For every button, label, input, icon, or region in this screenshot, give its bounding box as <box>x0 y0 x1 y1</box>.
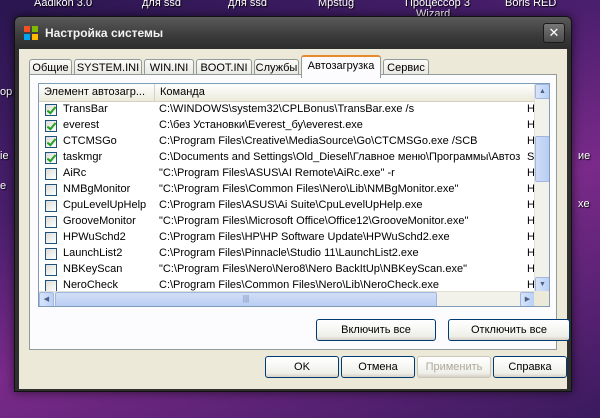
dialog-body: Общие SYSTEM.INI WIN.INI BOOT.INI Службы… <box>19 49 570 389</box>
apply-button[interactable]: Применить <box>417 356 491 378</box>
startup-item-command: C:\без Установки\Everest_бу\everest.exe <box>159 119 363 131</box>
scrollbar-corner <box>534 291 549 306</box>
system-configuration-window: Настройка системы ✕ Общие SYSTEM.INI WIN… <box>14 16 572 392</box>
disable-all-button[interactable]: Отключить все <box>448 319 570 341</box>
ok-button[interactable]: OK <box>265 356 339 378</box>
startup-checkbox[interactable] <box>45 168 57 180</box>
desktop-label[interactable]: Boris RED <box>505 0 556 9</box>
startup-item-name: NeroCheck <box>63 279 119 291</box>
startup-checkbox[interactable] <box>45 200 57 212</box>
window-title: Настройка системы <box>45 26 164 40</box>
list-item[interactable]: LaunchList2 C:\Program Files\Pinnacle\Stu… <box>39 246 535 262</box>
list-header: Элемент автозагр... Команда <box>39 84 535 102</box>
list-rows: TransBar C:\WINDOWS\system32\CPLBonus\Tra… <box>39 102 535 292</box>
desktop-label[interactable]: xe <box>578 198 590 210</box>
startup-item-name: taskmgr <box>63 151 103 163</box>
vertical-scrollbar[interactable]: ▲ ▼ <box>534 84 549 292</box>
desktop-label[interactable]: для ssd <box>228 0 267 9</box>
startup-item-command: C:\Program Files\Pinnacle\Studio 11\Laun… <box>159 247 419 259</box>
desktop-label[interactable]: Aadikon 3.0 <box>34 0 92 9</box>
list-item[interactable]: HPWuSchd2 C:\Program Files\HP\HP Software… <box>39 230 535 246</box>
column-header-item[interactable]: Элемент автозагр... <box>39 84 155 102</box>
desktop-label[interactable]: ие <box>578 150 590 162</box>
startup-checkbox[interactable] <box>45 184 57 196</box>
startup-item-command: "C:\Program Files\ASUS\AI Remote\AiRc.ex… <box>159 167 395 179</box>
startup-tab-panel: Элемент автозагр... Команда TransBar C:\W… <box>29 74 570 350</box>
desktop-label[interactable]: е <box>0 180 6 192</box>
scroll-up-button[interactable]: ▲ <box>535 84 549 99</box>
list-item[interactable]: TransBar C:\WINDOWS\system32\CPLBonus\Tra… <box>39 102 535 118</box>
scroll-down-button[interactable]: ▼ <box>535 277 549 292</box>
startup-item-name: HPWuSchd2 <box>63 231 126 243</box>
startup-item-command: C:\Program Files\HP\HP Software Update\H… <box>159 231 450 243</box>
startup-item-command: C:\Documents and Settings\Old_Diesel\Гла… <box>159 151 521 163</box>
list-item[interactable]: everest C:\без Установки\Everest_бу\evere… <box>39 118 535 134</box>
title-bar[interactable]: Настройка системы ✕ <box>15 17 571 49</box>
list-item[interactable]: NMBgMonitor "C:\Program Files\Common File… <box>39 182 535 198</box>
startup-item-name: LaunchList2 <box>63 247 123 259</box>
startup-item-name: GrooveMonitor <box>63 215 136 227</box>
startup-checkbox[interactable] <box>45 248 57 260</box>
startup-checkbox[interactable] <box>45 232 57 244</box>
startup-item-name: TransBar <box>63 103 108 115</box>
startup-item-command: "C:\Program Files\Microsoft Office\Offic… <box>159 215 469 227</box>
enable-all-button[interactable]: Включить все <box>316 319 436 341</box>
desktop-label[interactable]: ор <box>0 86 12 98</box>
list-item[interactable]: CTCMSGo C:\Program Files\Creative\MediaSo… <box>39 134 535 150</box>
horizontal-scrollbar[interactable]: ◀ ||| ▶ <box>39 291 535 306</box>
horizontal-scroll-thumb[interactable]: ||| <box>55 292 437 306</box>
desktop-label[interactable]: ie <box>0 150 9 162</box>
startup-checkbox[interactable] <box>45 216 57 228</box>
startup-item-name: CTCMSGo <box>63 135 117 147</box>
startup-item-name: everest <box>63 119 100 131</box>
startup-item-command: C:\Program Files\Creative\MediaSource\Go… <box>159 135 478 147</box>
help-button[interactable]: Справка <box>493 356 567 378</box>
close-button[interactable]: ✕ <box>543 23 565 43</box>
list-item[interactable]: taskmgr C:\Documents and Settings\Old_Die… <box>39 150 535 166</box>
startup-checkbox[interactable] <box>45 136 57 148</box>
list-item[interactable]: CpuLevelUpHelp C:\Program Files\ASUS\Ai S… <box>39 198 535 214</box>
startup-item-command: "C:\Program Files\Common Files\Nero\Lib\… <box>159 183 459 195</box>
scroll-right-button[interactable]: ▶ <box>520 292 535 306</box>
startup-item-command: C:\Program Files\Common Files\Nero\Lib\N… <box>159 279 439 291</box>
scroll-left-button[interactable]: ◀ <box>39 292 54 306</box>
vertical-scroll-thumb[interactable] <box>535 136 549 182</box>
startup-item-name: AiRc <box>63 167 87 179</box>
startup-checkbox[interactable] <box>45 152 57 164</box>
msconfig-icon <box>24 26 38 40</box>
tab-startup[interactable]: Автозагрузка <box>301 55 381 78</box>
startup-item-command: "C:\Program Files\Nero\Nero8\Nero BackIt… <box>159 263 467 275</box>
startup-item-name: NBKeyScan <box>63 263 123 275</box>
startup-item-name: CpuLevelUpHelp <box>63 199 147 211</box>
startup-list[interactable]: Элемент автозагр... Команда TransBar C:\W… <box>38 83 550 307</box>
desktop-label[interactable]: для ssd <box>142 0 181 9</box>
list-item[interactable]: NeroCheck C:\Program Files\Common Files\N… <box>39 278 535 292</box>
list-item[interactable]: NBKeyScan "C:\Program Files\Nero\Nero8\Ne… <box>39 262 535 278</box>
cancel-button[interactable]: Отмена <box>341 356 415 378</box>
startup-checkbox[interactable] <box>45 104 57 116</box>
desktop-label[interactable]: Mpstug <box>318 0 354 9</box>
startup-item-name: NMBgMonitor <box>63 183 131 195</box>
startup-item-command: C:\WINDOWS\system32\CPLBonus\TransBar.ex… <box>159 103 415 115</box>
column-header-command[interactable]: Команда <box>155 84 535 102</box>
startup-item-command: C:\Program Files\ASUS\Ai Suite\CpuLevelU… <box>159 199 423 211</box>
close-icon: ✕ <box>548 25 560 40</box>
list-item[interactable]: AiRc "C:\Program Files\ASUS\AI Remote\AiR… <box>39 166 535 182</box>
startup-checkbox[interactable] <box>45 120 57 132</box>
startup-checkbox[interactable] <box>45 264 57 276</box>
list-item[interactable]: GrooveMonitor "C:\Program Files\Microsoft… <box>39 214 535 230</box>
